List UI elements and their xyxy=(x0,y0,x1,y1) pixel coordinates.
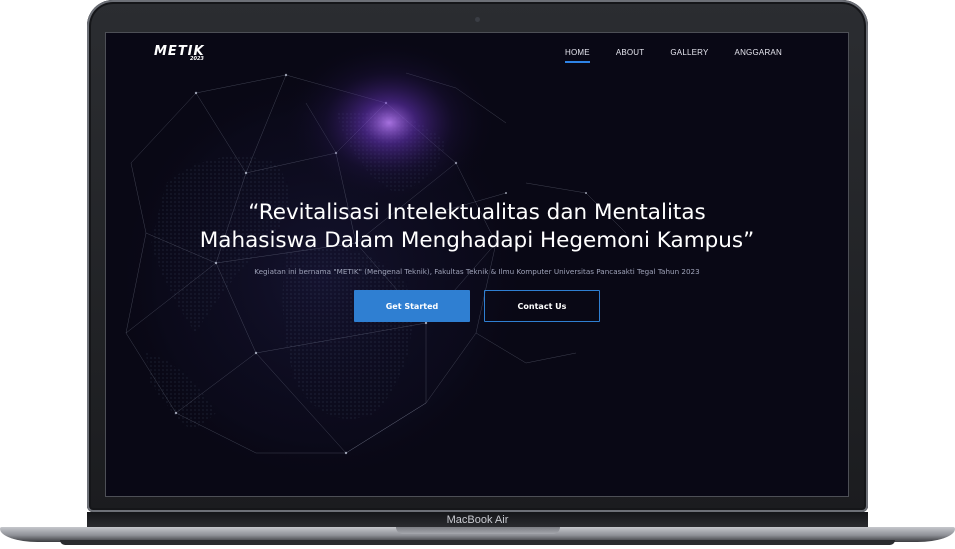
laptop-notch xyxy=(396,527,560,534)
contact-us-button[interactable]: Contact Us xyxy=(484,290,600,322)
hero-headline: “Revitalisasi Intelektualitas dan Mental… xyxy=(106,199,848,255)
site-logo-year: 2023 xyxy=(190,56,204,62)
get-started-button[interactable]: Get Started xyxy=(354,290,470,322)
globe-network-background xyxy=(106,33,848,496)
nav-item-about[interactable]: ABOUT xyxy=(616,48,645,58)
nav-menu: HOME ABOUT GALLERY ANGGARAN xyxy=(565,48,808,63)
nav-item-anggaran[interactable]: ANGGARAN xyxy=(735,48,782,58)
laptop-base-bottom xyxy=(60,540,895,545)
laptop-screen: METIK 2023 HOME ABOUT GALLERY ANGGARAN “… xyxy=(105,32,849,497)
nav-item-home[interactable]: HOME xyxy=(565,48,590,63)
nav-item-gallery[interactable]: GALLERY xyxy=(670,48,708,58)
camera-icon xyxy=(475,17,480,22)
hero-subtitle: Kegiatan ini bernama "METIK" (Mengenal T… xyxy=(254,267,700,276)
laptop-hinge xyxy=(87,512,868,527)
hero-headline-line-2: Mahasiswa Dalam Menghadapi Hegemoni Kamp… xyxy=(199,228,755,253)
laptop-mockup: METIK 2023 HOME ABOUT GALLERY ANGGARAN “… xyxy=(0,0,955,549)
laptop-lid: METIK 2023 HOME ABOUT GALLERY ANGGARAN “… xyxy=(87,0,868,512)
site-navbar: METIK 2023 HOME ABOUT GALLERY ANGGARAN xyxy=(106,33,848,73)
hero-headline-line-1: “Revitalisasi Intelektualitas dan Mental… xyxy=(248,200,706,225)
